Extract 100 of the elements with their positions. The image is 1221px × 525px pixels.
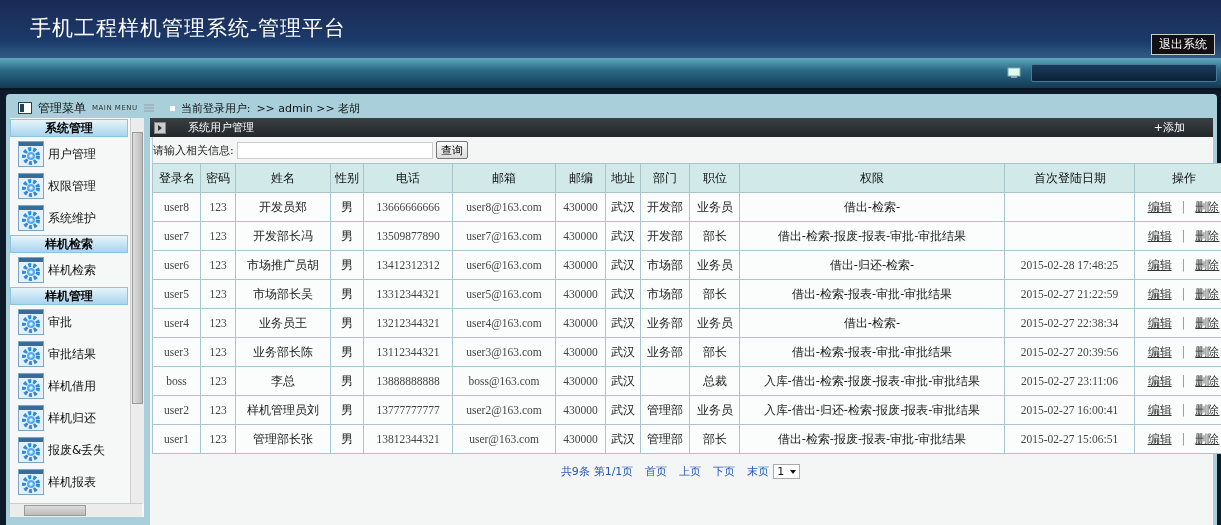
gear-icon: [18, 469, 44, 495]
table-cell: 市场部长吴: [235, 279, 331, 309]
table-cell: 借出-归还-检索-: [739, 250, 1005, 280]
table-cell: 业务员王: [235, 308, 331, 338]
column-header: 电话: [363, 163, 453, 193]
play-icon: [154, 121, 166, 134]
separator: |: [1181, 286, 1186, 301]
delete-link[interactable]: 删除: [1195, 315, 1220, 330]
vertical-scrollbar[interactable]: [130, 118, 144, 504]
edit-link[interactable]: 编辑: [1147, 286, 1172, 301]
table-cell: user5: [152, 279, 201, 309]
current-user-label: 当前登录用户:: [180, 100, 251, 116]
gear-icon: [18, 437, 44, 463]
table-cell: 13812344321: [363, 424, 453, 454]
separator: |: [1181, 373, 1186, 388]
delete-link[interactable]: 删除: [1195, 257, 1220, 272]
delete-link[interactable]: 删除: [1195, 431, 1220, 446]
column-header: 性别: [330, 163, 364, 193]
table-cell: 业务部长陈: [235, 337, 331, 367]
edit-link[interactable]: 编辑: [1147, 344, 1172, 359]
column-header: 地址: [605, 163, 641, 193]
column-header: 邮箱: [452, 163, 556, 193]
search-button[interactable]: 查询: [435, 141, 468, 159]
page-select[interactable]: 1: [773, 464, 801, 479]
table-cell: 2015-02-27 20:39:56: [1004, 337, 1135, 367]
column-header: 密码: [200, 163, 236, 193]
sidebar-item[interactable]: 样机报表: [48, 473, 96, 491]
delete-link[interactable]: 删除: [1195, 344, 1220, 359]
delete-link[interactable]: 删除: [1195, 373, 1220, 388]
table-cell: 管理部长张: [235, 424, 331, 454]
table-cell: user@163.com: [452, 424, 556, 454]
column-header: 操作: [1134, 163, 1221, 193]
table-cell: 借出-检索-: [739, 192, 1005, 222]
table-cell: user5@163.com: [452, 279, 556, 309]
gear-icon: [18, 141, 44, 167]
sidebar-item[interactable]: 样机归还: [48, 409, 96, 427]
sidebar-item[interactable]: 权限管理: [48, 177, 96, 195]
table-cell: user8@163.com: [452, 192, 556, 222]
edit-link[interactable]: 编辑: [1147, 228, 1172, 243]
separator: |: [1181, 199, 1186, 214]
table-cell: user4: [152, 308, 201, 338]
column-header: 首次登陆日期: [1004, 163, 1135, 193]
search-field[interactable]: [236, 141, 433, 159]
table-cell: 2015-02-27 21:22:59: [1004, 279, 1135, 309]
sidebar-section-header[interactable]: 样机检索: [10, 235, 128, 253]
gear-icon: [18, 373, 44, 399]
table-cell: 2015-02-28 17:48:25: [1004, 250, 1135, 280]
table-cell: user4@163.com: [452, 308, 556, 338]
sidebar-item[interactable]: 审批: [48, 313, 72, 331]
table-cell: 13212344321: [363, 308, 453, 338]
logout-button[interactable]: 退出系统: [1151, 34, 1215, 55]
table-cell: 借出-检索-报废-报表-审批-审批结果: [739, 221, 1005, 251]
table-cell: user6@163.com: [452, 250, 556, 280]
sidebar-item[interactable]: 样机检索: [48, 261, 96, 279]
table-cell: user7: [152, 221, 201, 251]
page-link[interactable]: 末页: [747, 464, 770, 479]
table-cell: 13888888888: [363, 366, 453, 396]
sidebar-item[interactable]: 报废&丢失: [48, 441, 106, 459]
edit-link[interactable]: 编辑: [1147, 199, 1172, 214]
table-cell: 借出-检索-报表-审批-审批结果: [739, 279, 1005, 309]
column-header: 部门: [640, 163, 690, 193]
gear-icon: [18, 257, 44, 283]
delete-link[interactable]: 删除: [1195, 286, 1220, 301]
page-link[interactable]: 首页: [645, 464, 668, 479]
delete-link[interactable]: 删除: [1195, 199, 1220, 214]
add-link[interactable]: +添加: [1153, 120, 1185, 135]
sidebar-section-header[interactable]: 样机管理: [10, 287, 128, 305]
table-cell: user2@163.com: [452, 395, 556, 425]
table-cell: user3: [152, 337, 201, 367]
separator: |: [1181, 228, 1186, 243]
edit-link[interactable]: 编辑: [1147, 431, 1172, 446]
sidebar-item[interactable]: 审批结果: [48, 345, 96, 363]
edit-link[interactable]: 编辑: [1147, 402, 1172, 417]
sidebar-item[interactable]: 样机借用: [48, 377, 96, 395]
sidebar-item[interactable]: 用户管理: [48, 145, 96, 163]
column-header: 登录名: [152, 163, 201, 193]
delete-link[interactable]: 删除: [1195, 402, 1220, 417]
delete-link[interactable]: 删除: [1195, 228, 1220, 243]
sidebar-item[interactable]: 系统维护: [48, 209, 96, 227]
separator: |: [1181, 344, 1186, 359]
table-cell: 13666666666: [363, 192, 453, 222]
table-cell: 13412312312: [363, 250, 453, 280]
table-cell: 开发员郑: [235, 192, 331, 222]
horizontal-scrollbar[interactable]: [10, 503, 142, 517]
edit-link[interactable]: 编辑: [1147, 257, 1172, 272]
column-header: 权限: [739, 163, 1005, 193]
monitor-icon[interactable]: [1007, 67, 1021, 79]
page-link[interactable]: 上页: [679, 464, 702, 479]
table-cell: 2015-02-27 16:00:41: [1004, 395, 1135, 425]
edit-link[interactable]: 编辑: [1147, 373, 1172, 388]
table-cell: user3@163.com: [452, 337, 556, 367]
table-cell: user6: [152, 250, 201, 280]
edit-link[interactable]: 编辑: [1147, 315, 1172, 330]
caret-icon: [790, 469, 797, 474]
table-cell: 13112344321: [363, 337, 453, 367]
separator: |: [1181, 257, 1186, 272]
sidebar-section-header[interactable]: 系统管理: [10, 119, 128, 137]
page-link[interactable]: 下页: [713, 464, 736, 479]
table-cell: user1: [152, 424, 201, 454]
current-user-path: >> admin >> 老胡: [256, 100, 361, 116]
